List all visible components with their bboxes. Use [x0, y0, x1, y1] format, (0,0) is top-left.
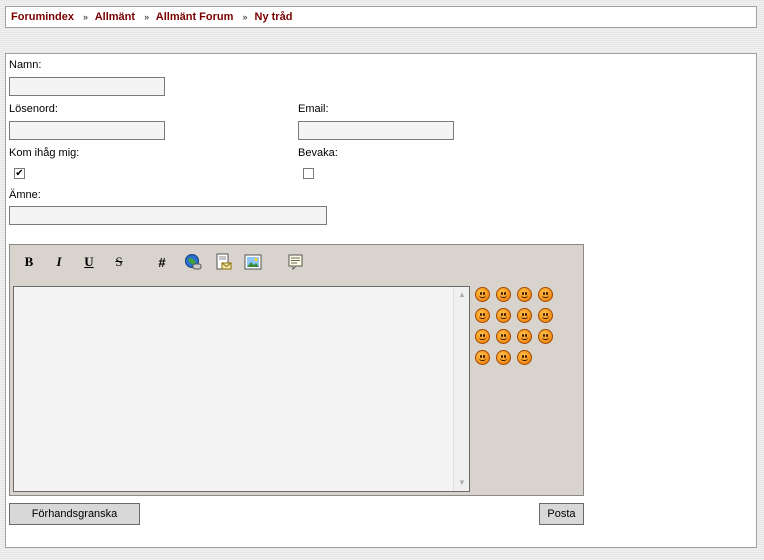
email-label: Email:: [298, 103, 329, 115]
watch-checkbox[interactable]: [303, 168, 314, 179]
breadcrumb-link-allmant[interactable]: Allmänt: [95, 11, 135, 23]
breadcrumb-separator: »: [242, 12, 248, 22]
code-hash-button[interactable]: #: [153, 253, 171, 271]
image-insert-icon[interactable]: [244, 253, 262, 271]
underline-button[interactable]: U: [80, 253, 98, 271]
smiley-smile-icon[interactable]: [538, 308, 553, 323]
breadcrumb-separator: »: [144, 12, 150, 22]
smiley-frown-icon[interactable]: [517, 287, 532, 302]
smiley-angry-icon[interactable]: [475, 329, 490, 344]
post-button[interactable]: Posta: [539, 503, 584, 525]
smiley-sad-icon[interactable]: [475, 350, 490, 365]
breadcrumb-separator: »: [83, 12, 89, 22]
smiley-shocked-icon[interactable]: [475, 308, 490, 323]
subject-label: Ämne:: [9, 189, 41, 201]
smiley-wink-icon[interactable]: [538, 329, 553, 344]
message-textarea[interactable]: ▲ ▼: [13, 286, 470, 492]
smiley-smile-icon[interactable]: [538, 287, 553, 302]
breadcrumb-link-forumindex[interactable]: Forumindex: [11, 11, 74, 23]
name-label: Namn:: [9, 59, 42, 71]
message-editor: B I U S # ▲ ▼: [9, 244, 584, 496]
remember-me-checkbox[interactable]: ✔: [14, 168, 25, 179]
smiley-neutral-icon[interactable]: [517, 350, 532, 365]
quote-icon[interactable]: [287, 253, 305, 271]
bold-button[interactable]: B: [20, 253, 38, 271]
scroll-up-icon[interactable]: ▲: [455, 288, 469, 302]
smiley-surprised-icon[interactable]: [475, 287, 490, 302]
globe-link-icon[interactable]: [184, 253, 202, 271]
breadcrumb-link-allmant-forum[interactable]: Allmänt Forum: [156, 11, 234, 23]
subject-input[interactable]: [9, 206, 327, 225]
smiley-dizzy-icon[interactable]: [496, 329, 511, 344]
name-input[interactable]: [9, 77, 165, 96]
smiley-cool-icon[interactable]: [517, 308, 532, 323]
breadcrumb-current-ny-trad[interactable]: Ny tråd: [255, 11, 293, 23]
smiley-grin-icon[interactable]: [496, 287, 511, 302]
password-input[interactable]: [9, 121, 165, 140]
new-thread-form: Namn: Lösenord: Email: Kom ihåg mig: ✔ B…: [5, 53, 757, 548]
preview-button[interactable]: Förhandsgranska: [9, 503, 140, 525]
email-insert-icon[interactable]: [214, 253, 232, 271]
smiley-confused-icon[interactable]: [496, 308, 511, 323]
smiley-happy-icon[interactable]: [517, 329, 532, 344]
smiley-unsure-icon[interactable]: [496, 350, 511, 365]
watch-label: Bevaka:: [298, 147, 338, 159]
scroll-down-icon[interactable]: ▼: [455, 476, 469, 490]
message-scrollbar[interactable]: ▲ ▼: [453, 287, 469, 491]
password-label: Lösenord:: [9, 103, 58, 115]
italic-button[interactable]: I: [50, 253, 68, 271]
email-input[interactable]: [298, 121, 454, 140]
strikethrough-button[interactable]: S: [110, 253, 128, 271]
breadcrumb: Forumindex » Allmänt » Allmänt Forum » N…: [5, 6, 757, 28]
remember-me-label: Kom ihåg mig:: [9, 147, 80, 159]
